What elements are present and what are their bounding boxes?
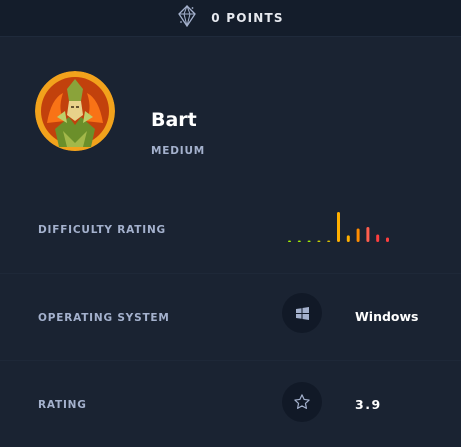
difficulty-badge: MEDIUM <box>151 145 206 157</box>
difficulty-rating-label: DIFFICULTY RATING <box>38 224 166 236</box>
difficulty-bar <box>288 240 291 242</box>
diamond-icon <box>177 4 197 31</box>
difficulty-rating-chart <box>288 212 389 242</box>
difficulty-bar <box>307 240 311 242</box>
star-icon[interactable] <box>282 382 322 422</box>
rating-value: 3.9 <box>355 397 382 412</box>
machine-profile: Bart MEDIUM <box>0 37 461 175</box>
difficulty-bar <box>337 212 340 242</box>
difficulty-bar <box>366 227 370 242</box>
windows-icon <box>282 293 322 333</box>
rating-label: RATING <box>38 399 87 411</box>
difficulty-bar <box>317 240 321 242</box>
avatar-warrior-icon <box>35 71 115 151</box>
operating-system-label: OPERATING SYSTEM <box>38 312 170 324</box>
difficulty-bar <box>356 228 360 242</box>
difficulty-bar <box>297 240 301 242</box>
rating-row: RATING 3.9 <box>0 360 461 447</box>
difficulty-bar <box>346 235 350 242</box>
points-label: 0 POINTS <box>211 11 284 25</box>
points-bar: 0 POINTS <box>0 0 461 37</box>
operating-system-value: Windows <box>355 309 419 324</box>
difficulty-bar <box>386 237 389 242</box>
difficulty-bar <box>376 234 380 242</box>
operating-system-row: OPERATING SYSTEM Windows <box>0 273 461 360</box>
difficulty-bar <box>327 240 331 242</box>
machine-name: Bart <box>151 109 197 131</box>
difficulty-rating-row: DIFFICULTY RATING <box>0 184 461 270</box>
